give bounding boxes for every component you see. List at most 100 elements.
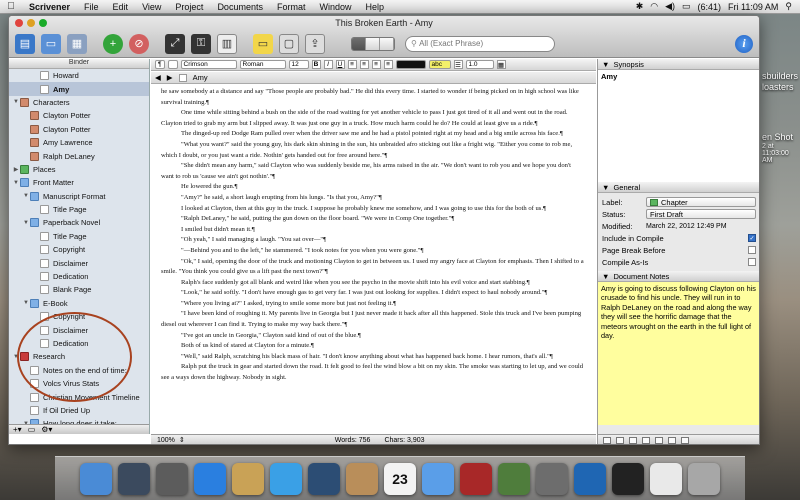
photo-booth-icon[interactable] xyxy=(460,462,492,495)
editor-text[interactable]: he saw somebody at a distance and say "T… xyxy=(151,85,596,433)
search-input[interactable] xyxy=(419,39,540,48)
system-preferences-icon[interactable] xyxy=(536,462,568,495)
paragraph[interactable]: "Ok," I said, opening the door of the tr… xyxy=(161,257,584,278)
menu-format[interactable]: Format xyxy=(270,2,313,12)
binder-toggle-icon[interactable]: ▤ xyxy=(15,33,35,54)
snapshots-tab-icon[interactable] xyxy=(655,436,663,444)
keywords-icon[interactable]: ⚿ xyxy=(191,33,211,54)
disclosure-triangle-icon[interactable]: ▶ xyxy=(12,166,20,173)
launchpad-icon[interactable] xyxy=(118,462,150,495)
spotlight-icon[interactable]: ⚲ xyxy=(785,1,792,12)
calendar-icon[interactable]: 23 xyxy=(384,462,416,495)
paragraph[interactable]: One time while sitting behind a bush on … xyxy=(161,108,584,129)
justify-icon[interactable]: ≡ xyxy=(383,60,393,69)
paragraph[interactable]: "What you want?" said the young guy, his… xyxy=(161,140,584,161)
font-size-select[interactable]: 12 xyxy=(288,60,309,69)
compile-icon[interactable]: ⇪ xyxy=(305,33,325,54)
metadata-tab-icon[interactable] xyxy=(642,436,650,444)
disclosure-triangle-icon[interactable]: ▼ xyxy=(12,99,20,105)
clock[interactable]: Fri 11:09 AM xyxy=(728,2,778,12)
desktop-label[interactable]: en Shot xyxy=(762,132,793,142)
delete-icon[interactable]: ⊘ xyxy=(129,33,149,54)
battery-time[interactable]: (6:41) xyxy=(698,2,722,12)
binder-item[interactable]: ▶ Places xyxy=(9,163,149,176)
paragraph[interactable]: "Well," said Ralph, scratching his black… xyxy=(161,352,584,363)
binder-item[interactable]: If Oil Dried Up xyxy=(9,404,149,417)
paragraph[interactable]: "Oh yeah," I said managing a laugh. "You… xyxy=(161,235,584,246)
view-mode-selector[interactable] xyxy=(351,36,395,51)
text-color-well[interactable] xyxy=(395,60,426,69)
paragraph[interactable]: "—Behind you and to the left," he stamme… xyxy=(161,246,584,257)
add-document-icon[interactable]: + xyxy=(103,33,123,54)
info-icon[interactable]: i xyxy=(735,34,753,53)
disclosure-icon[interactable]: ▼ xyxy=(602,272,609,281)
comments-tab-icon[interactable] xyxy=(668,436,676,444)
menu-project[interactable]: Project xyxy=(168,2,210,12)
synopsis-field[interactable]: Amy xyxy=(598,70,759,182)
scrivenings-view-button[interactable] xyxy=(352,37,366,50)
binder-item[interactable]: Title Page xyxy=(9,203,149,216)
photo-icon[interactable] xyxy=(308,462,340,495)
menu-documents[interactable]: Documents xyxy=(210,2,270,12)
paragraph[interactable]: I looked at Clayton, then at this guy in… xyxy=(161,204,584,215)
nav-back-icon[interactable]: ◀ xyxy=(155,73,161,82)
disclosure-triangle-icon[interactable]: ▼ xyxy=(22,193,30,199)
paragraph[interactable]: Ralph's face suddenly got all blank and … xyxy=(161,278,584,289)
settings-icon[interactable]: ⚙▾ xyxy=(41,425,52,434)
disclosure-icon[interactable]: ▼ xyxy=(602,183,609,192)
mission-control-icon[interactable] xyxy=(156,462,188,495)
disclosure-icon[interactable]: ▼ xyxy=(602,60,609,69)
paragraph[interactable]: "I've got an uncle in Georgia," Clayton … xyxy=(161,331,584,342)
style-select[interactable]: ¶ xyxy=(155,60,165,69)
paragraph[interactable]: "Look," he said softly. "I don't have en… xyxy=(161,288,584,299)
page-break-checkbox[interactable] xyxy=(748,246,756,254)
disclosure-triangle-icon[interactable]: ▼ xyxy=(22,220,30,226)
composition-mode-icon[interactable]: ⤢ xyxy=(165,33,185,54)
binder-item[interactable]: Disclaimer xyxy=(9,256,149,269)
wifi-icon[interactable]: ◠ xyxy=(650,1,658,12)
menu-edit[interactable]: Edit xyxy=(106,2,136,12)
disclosure-triangle-icon[interactable]: ▼ xyxy=(22,300,30,306)
zoom-chevron-icon[interactable]: ⇕ xyxy=(179,436,185,444)
binder-item[interactable]: Blank Page xyxy=(9,283,149,296)
paragraph[interactable]: "Ralph DeLaney," he said, putting the gu… xyxy=(161,214,584,225)
iphoto-icon[interactable] xyxy=(498,462,530,495)
safari-icon[interactable] xyxy=(270,462,302,495)
paragraph[interactable]: "I have been kind of roughing it. My par… xyxy=(161,309,584,330)
binder-item[interactable]: ▼ Manuscript Format xyxy=(9,190,149,203)
paragraph[interactable]: He lowered the gun.¶ xyxy=(161,182,584,193)
menu-view[interactable]: View xyxy=(135,2,168,12)
binder-item[interactable]: Amy Lawrence xyxy=(9,136,149,149)
list-icon[interactable]: ☰ xyxy=(453,60,463,69)
align-right-icon[interactable]: ≡ xyxy=(371,60,381,69)
bold-button[interactable]: B xyxy=(311,60,321,69)
synopsis-title[interactable]: Amy xyxy=(601,72,617,81)
desktop-label[interactable]: loasters xyxy=(762,82,794,92)
italic-button[interactable]: I xyxy=(323,60,333,69)
underline-button[interactable]: U xyxy=(335,60,345,69)
paragraph[interactable]: "Where you living at?" I asked, trying t… xyxy=(161,299,584,310)
binder-item[interactable]: Clayton Potter xyxy=(9,109,149,122)
zoom-select[interactable]: 100% xyxy=(157,437,175,444)
snapshot-icon[interactable]: ▢ xyxy=(279,33,299,54)
disclosure-triangle-icon[interactable]: ▼ xyxy=(12,180,20,186)
paragraph[interactable]: Both of us kind of stared at Clayton for… xyxy=(161,341,584,352)
binder-item[interactable]: Copyright xyxy=(9,243,149,256)
outline-view-button[interactable] xyxy=(380,37,394,50)
menu-help[interactable]: Help xyxy=(359,2,392,12)
scrivener-icon[interactable] xyxy=(612,462,644,495)
paragraph[interactable]: The dinged-up red Dodge Ram pulled over … xyxy=(161,129,584,140)
notes-tab-icon[interactable] xyxy=(603,436,611,444)
apple-menu-icon[interactable]:  xyxy=(0,1,22,12)
align-left-icon[interactable]: ≡ xyxy=(347,60,357,69)
highlight-color-well[interactable]: abc xyxy=(428,60,451,69)
search-field[interactable]: ⚲ xyxy=(405,35,555,52)
keywords-tab-icon[interactable] xyxy=(629,436,637,444)
binder-item[interactable]: Amy xyxy=(9,82,149,96)
add-folder-icon[interactable]: ▭ xyxy=(28,425,36,434)
corkboard-view-button[interactable] xyxy=(366,37,380,50)
menu-app[interactable]: Scrivener xyxy=(22,2,77,12)
compile-as-is-checkbox[interactable] xyxy=(748,258,756,266)
font-family-select[interactable]: Crimson xyxy=(180,60,237,69)
document-notes[interactable]: Amy is going to discuss following Clayto… xyxy=(598,282,759,425)
